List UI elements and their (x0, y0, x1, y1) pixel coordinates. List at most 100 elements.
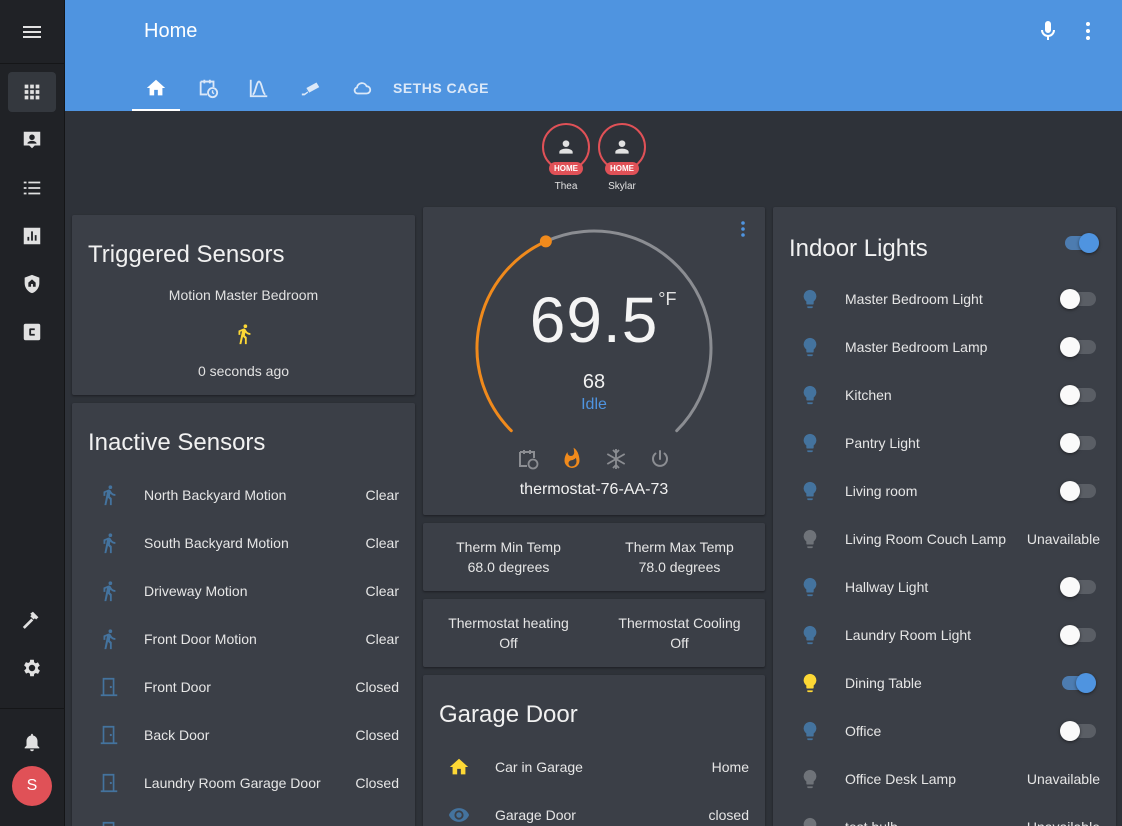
bulb-icon-wrap (798, 575, 822, 599)
sidebar-item-settings[interactable] (8, 648, 56, 688)
toggle-thumb (1060, 577, 1080, 597)
light-toggle[interactable] (1060, 433, 1096, 453)
row-value: Unavailable (1026, 531, 1100, 547)
sidebar-item-notifications[interactable] (8, 722, 56, 762)
list-item[interactable]: Front Door Closed (72, 663, 415, 711)
bulb-icon-wrap (798, 527, 822, 551)
cctv-icon (301, 82, 320, 95)
light-toggle[interactable] (1060, 337, 1096, 357)
mode-off-button[interactable] (648, 447, 672, 471)
light-row[interactable]: test bulb Unavailable (773, 803, 1116, 826)
light-row[interactable]: Kitchen (773, 371, 1116, 419)
sensor-name[interactable]: Motion Master Bedroom (72, 287, 415, 303)
mode-cool-button[interactable] (604, 447, 628, 471)
list-item[interactable]: Laundry Room Garage Door Closed (72, 759, 415, 807)
light-toggle[interactable] (1060, 625, 1096, 645)
bulb-icon-wrap (798, 335, 822, 359)
voice-button[interactable] (1036, 19, 1060, 43)
tab-calendar[interactable] (184, 64, 232, 111)
sidebar-item-developer-tools[interactable] (8, 600, 56, 640)
row-label: Living Room Couch Lamp (845, 531, 1007, 547)
hvac-action: Idle (581, 396, 607, 413)
sidebar-item-overview[interactable] (8, 72, 56, 112)
row-label: Garage Door (495, 807, 576, 823)
row-label: Front Door (144, 679, 211, 695)
sensor-icon-wrap (97, 483, 121, 507)
card-title: Indoor Lights (789, 235, 928, 262)
list-item[interactable]: Back Door Closed (72, 711, 415, 759)
tab-history[interactable] (235, 64, 283, 111)
setpoint-handle[interactable] (539, 235, 552, 248)
max-temp-entity[interactable]: Therm Max Temp 78.0 degrees (594, 537, 765, 577)
sidebar: S (0, 0, 65, 826)
bulb-icon-wrap (798, 479, 822, 503)
lightbulb-icon (803, 577, 817, 597)
row-value: Closed (355, 727, 399, 743)
tab-home[interactable] (132, 64, 180, 111)
target-temperature: 68 (582, 371, 606, 393)
light-row[interactable]: Dining Table (773, 659, 1116, 707)
light-toggle[interactable] (1060, 673, 1096, 693)
row-label: South Backyard Motion (144, 535, 289, 551)
lightbulb-icon (803, 481, 817, 501)
light-row[interactable]: Living room (773, 467, 1116, 515)
list-item[interactable]: Driveway Motion Clear (72, 567, 415, 615)
row-value: Home (711, 759, 749, 775)
lightbulb-icon (803, 721, 817, 741)
light-row[interactable]: Pantry Light (773, 419, 1116, 467)
max-temp-label: Therm Max Temp (625, 539, 734, 555)
badge-state: HOME (605, 162, 639, 175)
light-toggle[interactable] (1060, 721, 1096, 741)
light-toggle[interactable] (1060, 385, 1096, 405)
sidebar-item-configurator[interactable] (8, 312, 56, 352)
tab-seths-cage[interactable]: SETHS CAGE (391, 64, 491, 111)
sidebar-item-map[interactable] (8, 120, 56, 160)
heating-entity[interactable]: Thermostat heating Off (423, 613, 594, 653)
row-value: Clear (365, 535, 399, 551)
avatar[interactable]: S (12, 766, 52, 806)
light-row[interactable]: Hallway Light (773, 563, 1116, 611)
list-item[interactable]: Car in Garage Home (423, 743, 765, 791)
light-row[interactable]: Office Desk Lamp Unavailable (773, 755, 1116, 803)
menu-button[interactable] (0, 0, 64, 64)
light-toggle[interactable] (1060, 577, 1096, 597)
list-item[interactable]: North Backyard Motion Clear (72, 471, 415, 519)
bulb-icon-wrap (798, 815, 822, 826)
light-row[interactable]: Laundry Room Light (773, 611, 1116, 659)
row-label: Office (845, 723, 882, 739)
temperature-limits-card: Therm Min Temp 68.0 degrees Therm Max Te… (423, 523, 765, 591)
walk-icon (103, 485, 116, 506)
indoor-lights-card: Indoor Lights Master Bedroom Light Master… (773, 207, 1116, 826)
lightbulb-icon (803, 769, 817, 789)
list-item[interactable]: Garage Door closed (423, 791, 765, 826)
tab-cameras[interactable] (287, 64, 335, 111)
sidebar-item-logbook[interactable] (8, 168, 56, 208)
light-row[interactable]: Living Room Couch Lamp Unavailable (773, 515, 1116, 563)
lights-master-toggle[interactable] (1063, 233, 1099, 253)
account-box-icon (23, 131, 41, 149)
person-badge-skylar[interactable]: HOME Skylar (592, 123, 652, 192)
bell-icon (24, 733, 40, 752)
min-temp-label: Therm Min Temp (456, 539, 561, 555)
alpha-c-box-icon (23, 323, 41, 341)
sidebar-item-security[interactable] (8, 264, 56, 304)
light-toggle[interactable] (1060, 289, 1096, 309)
row-label: Kitchen (845, 387, 892, 403)
more-menu-button[interactable] (1076, 19, 1100, 43)
list-item[interactable]: Master Living Room DoorClosed (72, 807, 415, 826)
light-row[interactable]: Master Bedroom Light (773, 275, 1116, 323)
sensor-icon-wrap (97, 675, 121, 699)
list-item[interactable]: Front Door Motion Clear (72, 615, 415, 663)
sidebar-item-history[interactable] (8, 216, 56, 256)
list-item[interactable]: South Backyard Motion Clear (72, 519, 415, 567)
mode-auto-button[interactable] (516, 447, 540, 471)
light-row[interactable]: Master Bedroom Lamp (773, 323, 1116, 371)
light-toggle[interactable] (1060, 481, 1096, 501)
mode-heat-button[interactable] (560, 447, 584, 471)
cooling-entity[interactable]: Thermostat Cooling Off (594, 613, 765, 653)
min-temp-entity[interactable]: Therm Min Temp 68.0 degrees (423, 537, 594, 577)
door-closed-icon (100, 725, 118, 745)
person-badge-thea[interactable]: HOME Thea (536, 123, 596, 192)
light-row[interactable]: Office (773, 707, 1116, 755)
tab-weather[interactable] (338, 64, 386, 111)
